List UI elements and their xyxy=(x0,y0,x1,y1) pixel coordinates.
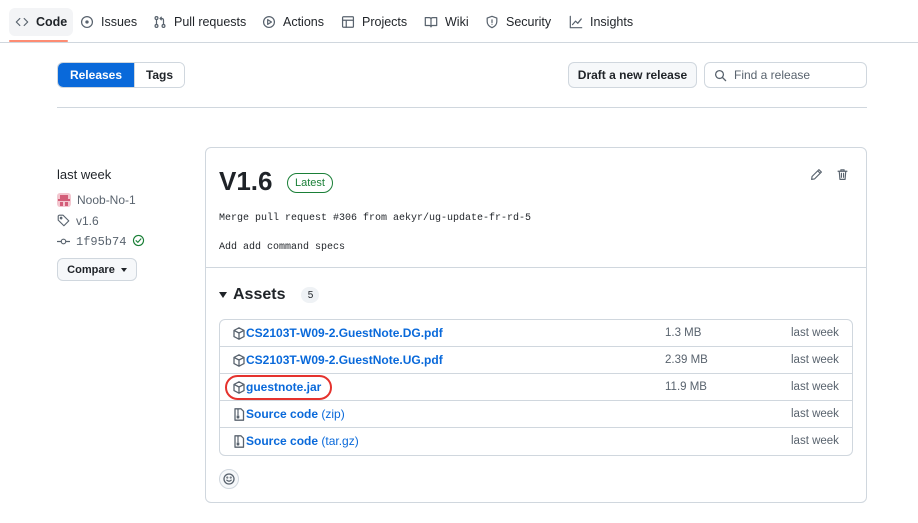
asset-date: last week xyxy=(791,327,839,339)
tab-issues[interactable]: Issues xyxy=(74,8,143,36)
tab-label: Pull requests xyxy=(174,15,247,29)
file-zip-icon xyxy=(233,408,245,421)
tab-pull-requests[interactable]: Pull requests xyxy=(147,8,252,36)
graph-icon xyxy=(569,15,583,29)
check-status[interactable] xyxy=(132,234,145,250)
tab-label: Security xyxy=(506,15,552,29)
book-icon xyxy=(424,17,438,28)
assets-list: CS2103T-W09-2.GuestNote.DG.pdf 1.3 MB la… xyxy=(219,319,853,456)
tab-projects[interactable]: Projects xyxy=(335,8,413,36)
tag-icon xyxy=(57,214,70,227)
asset-size: 2.39 MB xyxy=(665,354,708,366)
asset-row: CS2103T-W09-2.GuestNote.UG.pdf 2.39 MB l… xyxy=(220,347,852,374)
issue-icon xyxy=(80,15,94,29)
tab-label: Issues xyxy=(101,15,138,29)
tag-name[interactable]: v1.6 xyxy=(76,214,99,228)
tab-insights[interactable]: Insights xyxy=(563,8,639,36)
tab-actions[interactable]: Actions xyxy=(256,8,330,36)
commit-sha[interactable]: 1f95b74 xyxy=(76,235,126,249)
asset-link[interactable]: Source code (tar.gz) xyxy=(246,434,359,448)
author-name[interactable]: Noob-No-1 xyxy=(77,193,136,207)
tab-label: Wiki xyxy=(445,15,469,29)
search-input[interactable] xyxy=(734,68,854,82)
asset-link[interactable]: Source code (zip) xyxy=(246,407,345,421)
tab-label: Projects xyxy=(362,15,408,29)
divider xyxy=(57,107,867,108)
divider xyxy=(206,267,866,268)
tab-wiki[interactable]: Wiki xyxy=(418,8,475,36)
asset-size: 1.3 MB xyxy=(665,327,702,339)
table-icon xyxy=(341,16,355,28)
asset-row: CS2103T-W09-2.GuestNote.DG.pdf 1.3 MB la… xyxy=(220,320,852,347)
tab-label: Actions xyxy=(283,15,324,29)
asset-date: last week xyxy=(791,435,839,447)
shield-icon xyxy=(486,15,498,29)
commit-icon xyxy=(57,238,70,245)
latest-badge: Latest xyxy=(287,173,333,193)
releases-tab[interactable]: Releases xyxy=(58,63,134,87)
draft-release-button[interactable]: Draft a new release xyxy=(568,62,697,88)
assets-count-badge: 5 xyxy=(301,287,320,303)
code-icon xyxy=(15,17,29,27)
tab-code[interactable]: Code xyxy=(9,8,74,36)
asset-row: Source code (zip) last week xyxy=(220,401,852,428)
edit-button[interactable] xyxy=(807,165,825,183)
tab-selected-underline xyxy=(9,40,68,42)
package-icon xyxy=(233,327,245,340)
trash-icon xyxy=(836,168,848,180)
compare-button[interactable]: Compare xyxy=(57,258,137,281)
smiley-icon xyxy=(223,473,235,485)
asset-date: last week xyxy=(791,408,839,420)
chevron-down-icon xyxy=(120,267,127,272)
commit-row[interactable]: 1f95b74 xyxy=(57,233,187,250)
tag-row[interactable]: v1.6 xyxy=(57,212,187,229)
pull-request-icon xyxy=(154,16,166,28)
repo-nav: Code Issues Pull requests Actions Projec… xyxy=(0,0,918,43)
pencil-icon xyxy=(810,168,822,180)
release-title[interactable]: V1.6 xyxy=(219,166,273,197)
asset-date: last week xyxy=(791,381,839,393)
assets-toggle[interactable]: Assets 5 xyxy=(219,286,320,304)
package-icon xyxy=(233,354,245,367)
search-icon xyxy=(714,69,727,81)
release-date: last week xyxy=(57,167,112,182)
avatar xyxy=(57,192,71,207)
add-reaction-button[interactable] xyxy=(219,469,239,489)
find-release-search xyxy=(704,62,867,88)
assets-title: Assets xyxy=(233,286,286,303)
asset-link[interactable]: guestnote.jar xyxy=(246,380,321,394)
author-row[interactable]: Noob-No-1 xyxy=(57,191,187,208)
compare-label: Compare xyxy=(67,263,115,276)
release-body-line: Add add command specs xyxy=(219,242,346,253)
tab-label: Code xyxy=(36,15,68,29)
tab-label: Insights xyxy=(590,15,634,29)
asset-size: 11.9 MB xyxy=(665,381,707,393)
asset-link[interactable]: CS2103T-W09-2.GuestNote.UG.pdf xyxy=(246,353,443,367)
tab-security[interactable]: Security xyxy=(479,8,557,36)
package-icon xyxy=(233,381,245,394)
check-circle-icon xyxy=(133,234,145,246)
release-meta: last week Noob-No-1 v1.6 1f95b74 Compare xyxy=(57,167,187,281)
asset-row: Source code (tar.gz) last week xyxy=(220,428,852,455)
asset-row: guestnote.jar 11.9 MB last week xyxy=(220,374,852,401)
release-card: V1.6 Latest Merge pull request #306 from… xyxy=(205,147,867,503)
asset-date: last week xyxy=(791,354,839,366)
asset-link[interactable]: CS2103T-W09-2.GuestNote.DG.pdf xyxy=(246,326,443,340)
play-icon xyxy=(262,15,276,29)
tags-tab[interactable]: Tags xyxy=(134,63,184,87)
file-zip-icon xyxy=(233,435,245,448)
delete-button[interactable] xyxy=(833,165,851,183)
triangle-down-icon xyxy=(219,292,227,298)
release-body-line: Merge pull request #306 from aekyr/ug-up… xyxy=(219,213,532,224)
releases-tags-toggle: Releases Tags xyxy=(57,62,185,88)
